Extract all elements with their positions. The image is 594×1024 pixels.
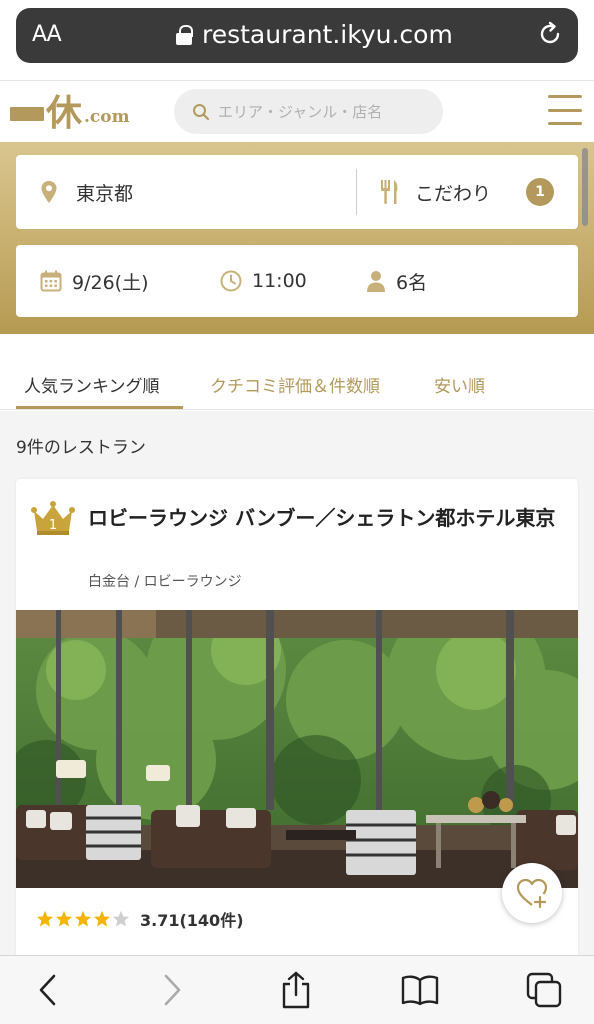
tab-popularity-ranking[interactable]: 人気ランキング順 [24, 372, 160, 397]
search-input[interactable] [218, 102, 438, 121]
result-count: 9件のレストラン [16, 438, 146, 458]
text-size-button[interactable]: AA [32, 22, 62, 47]
time-selector[interactable]: 11:00 [220, 270, 307, 292]
forward-icon [164, 974, 181, 1006]
tab-review-rating[interactable]: クチコミ評価＆件数順 [210, 372, 380, 397]
active-tab-indicator [16, 406, 183, 409]
party-size-value: 6名 [396, 271, 428, 294]
tab-cheapest[interactable]: 安い順 [434, 372, 485, 397]
search-icon [193, 103, 210, 120]
location-pin-icon [41, 181, 57, 203]
date-time-people-card: 9/26(土) 11:00 6名 [16, 245, 578, 317]
tabs-button[interactable] [524, 970, 564, 1010]
star-icon [74, 910, 92, 927]
kodawari-label: こだわり [415, 182, 492, 205]
person-icon [367, 271, 385, 292]
restaurant-name[interactable]: ロビーラウンジ バンブー／シェラトン都ホテル東京 [88, 503, 568, 534]
clock-icon [220, 270, 242, 292]
star-icon [36, 910, 54, 927]
reload-icon[interactable] [536, 20, 564, 48]
utensils-icon [381, 180, 398, 204]
time-value: 11:00 [252, 270, 307, 292]
ikyu-logo[interactable]: 休 .com [10, 91, 130, 131]
add-favorite-button[interactable] [502, 863, 562, 923]
lock-icon [176, 24, 193, 45]
star-icon [93, 910, 111, 927]
back-icon [39, 974, 56, 1006]
party-size-selector[interactable]: 6名 [366, 268, 427, 295]
address-bar[interactable]: AA restaurant.ikyu.com [16, 8, 578, 63]
forward-button[interactable] [152, 970, 192, 1010]
browser-toolbar: AA restaurant.ikyu.com [0, 0, 594, 80]
browser-bottom-toolbar [0, 955, 594, 1024]
share-icon [282, 971, 310, 1009]
star-rating [36, 910, 130, 928]
star-icon [55, 910, 73, 927]
tabs-icon [526, 972, 562, 1008]
site-header: 休 .com [0, 80, 594, 142]
lounge-photo-illustration [16, 610, 578, 888]
kodawari-selector[interactable]: こだわり 1 [357, 155, 578, 229]
bookmarks-button[interactable] [400, 970, 440, 1010]
search-box[interactable] [174, 89, 443, 134]
back-button[interactable] [28, 970, 68, 1010]
date-selector[interactable]: 9/26(土) [40, 268, 149, 295]
crown-icon: 1 [31, 501, 75, 535]
star-icon-empty [112, 910, 130, 927]
area-value: 東京都 [76, 182, 134, 205]
sort-tabs: 人気ランキング順 クチコミ評価＆件数順 安い順 [0, 356, 594, 410]
kodawari-count-badge: 1 [526, 178, 554, 206]
rating-score[interactable]: 3.71(140件) [140, 907, 244, 931]
share-button[interactable] [276, 970, 316, 1010]
url-text: restaurant.ikyu.com [202, 20, 453, 49]
area-kodawari-card: 東京都 こだわり 1 [16, 155, 578, 229]
hamburger-icon[interactable] [548, 95, 582, 125]
restaurant-card[interactable]: 1 ロビーラウンジ バンブー／シェラトン都ホテル東京 白金台 / ロビーラウンジ [16, 479, 578, 955]
area-selector[interactable]: 東京都 [16, 155, 356, 229]
rank-number: 1 [49, 518, 57, 533]
scrollbar[interactable] [582, 148, 588, 226]
url-display[interactable]: restaurant.ikyu.com [176, 20, 453, 49]
restaurant-photo[interactable] [16, 610, 578, 888]
calendar-icon [40, 270, 62, 292]
bookmarks-icon [401, 975, 439, 1006]
heart-plus-icon [516, 878, 548, 909]
date-value: 9/26(土) [72, 271, 149, 294]
restaurant-area-genre: 白金台 / ロビーラウンジ [88, 574, 242, 590]
rating-row: 3.71(140件) [36, 907, 244, 931]
